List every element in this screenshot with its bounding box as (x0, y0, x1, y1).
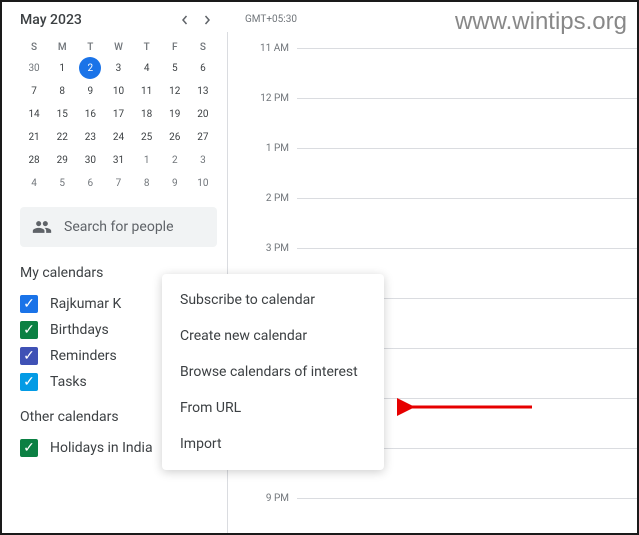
check-icon: ✓ (23, 375, 35, 389)
watermark: www.wintips.org (455, 8, 627, 36)
menu-item[interactable]: Browse calendars of interest (162, 354, 384, 390)
day-of-week-header: S (189, 38, 217, 57)
hour-line (297, 148, 637, 149)
calendar-day[interactable]: 15 (48, 103, 76, 126)
calendar-day[interactable]: 25 (133, 126, 161, 149)
calendar-day[interactable]: 20 (189, 103, 217, 126)
calendar-day[interactable]: 9 (76, 80, 104, 103)
menu-item[interactable]: Import (162, 426, 384, 462)
annotation-arrow (397, 397, 537, 417)
check-icon: ✓ (23, 349, 35, 363)
calendar-day[interactable]: 10 (104, 80, 132, 103)
time-label: 12 PM (260, 93, 289, 104)
calendar-checkbox[interactable]: ✓ (20, 373, 38, 391)
calendar-day[interactable]: 17 (104, 103, 132, 126)
calendar-day[interactable]: 19 (161, 103, 189, 126)
hour-line (297, 98, 637, 99)
calendar-day[interactable]: 1 (133, 149, 161, 172)
hour-line (297, 248, 637, 249)
calendar-checkbox[interactable]: ✓ (20, 321, 38, 339)
calendar-checkbox[interactable]: ✓ (20, 347, 38, 365)
calendar-day[interactable]: 24 (104, 126, 132, 149)
calendar-day[interactable]: 31 (104, 149, 132, 172)
calendar-day[interactable]: 21 (20, 126, 48, 149)
day-of-week-header: S (20, 38, 48, 57)
time-label: 3 PM (266, 243, 289, 254)
calendar-day[interactable]: 22 (48, 126, 76, 149)
check-icon: ✓ (23, 323, 35, 337)
calendar-day[interactable]: 27 (189, 126, 217, 149)
search-placeholder: Search for people (64, 219, 174, 235)
hour-line (297, 498, 637, 499)
menu-item[interactable]: Subscribe to calendar (162, 282, 384, 318)
day-of-week-header: W (104, 38, 132, 57)
menu-item[interactable]: From URL (162, 390, 384, 426)
time-label: 1 PM (266, 143, 289, 154)
calendar-day[interactable]: 9 (161, 172, 189, 195)
hour-line (297, 198, 637, 199)
calendar-day[interactable]: 4 (133, 57, 161, 80)
calendar-day[interactable]: 3 (189, 149, 217, 172)
calendar-day[interactable]: 18 (133, 103, 161, 126)
calendar-day[interactable]: 1 (48, 57, 76, 80)
calendar-day[interactable]: 5 (161, 57, 189, 80)
time-label: 9 PM (266, 493, 289, 504)
timezone-label: GMT+05:30 (245, 14, 297, 25)
calendar-day[interactable]: 8 (133, 172, 161, 195)
day-of-week-header: T (76, 38, 104, 57)
day-of-week-header: T (133, 38, 161, 57)
calendar-day[interactable]: 13 (189, 80, 217, 103)
calendar-checkbox[interactable]: ✓ (20, 439, 38, 457)
check-icon: ✓ (23, 441, 35, 455)
calendar-day[interactable]: 8 (48, 80, 76, 103)
calendar-day[interactable]: 6 (76, 172, 104, 195)
calendar-day[interactable]: 3 (104, 57, 132, 80)
calendar-day[interactable]: 30 (20, 57, 48, 80)
prev-month-button[interactable] (175, 10, 195, 30)
day-of-week-header: M (48, 38, 76, 57)
calendar-day[interactable]: 28 (20, 149, 48, 172)
calendar-day[interactable]: 12 (161, 80, 189, 103)
chevron-left-icon (180, 15, 190, 25)
calendar-day[interactable]: 7 (20, 80, 48, 103)
calendar-checkbox[interactable]: ✓ (20, 295, 38, 313)
check-icon: ✓ (23, 297, 35, 311)
calendar-day[interactable]: 2 (79, 57, 101, 79)
calendar-label: Birthdays (50, 322, 109, 338)
calendar-label: Tasks (50, 374, 87, 390)
hour-line (297, 48, 637, 49)
calendar-day[interactable]: 23 (76, 126, 104, 149)
calendar-day[interactable]: 11 (133, 80, 161, 103)
month-title: May 2023 (20, 12, 173, 28)
menu-item[interactable]: Create new calendar (162, 318, 384, 354)
calendar-day[interactable]: 6 (189, 57, 217, 80)
time-label: 2 PM (266, 193, 289, 204)
time-label: 11 AM (260, 43, 289, 54)
calendar-label: Reminders (50, 348, 117, 364)
calendar-day[interactable]: 10 (189, 172, 217, 195)
calendar-day[interactable]: 30 (76, 149, 104, 172)
calendar-day[interactable]: 29 (48, 149, 76, 172)
calendar-day[interactable]: 4 (20, 172, 48, 195)
add-calendar-menu: Subscribe to calendarCreate new calendar… (162, 274, 384, 470)
day-of-week-header: F (161, 38, 189, 57)
calendar-day[interactable]: 16 (76, 103, 104, 126)
calendar-label: Holidays in India (50, 440, 153, 456)
calendar-grid: SMTWTFS301234567891011121314151617181920… (20, 38, 217, 195)
next-month-button[interactable] (197, 10, 217, 30)
calendar-day[interactable]: 2 (161, 149, 189, 172)
calendar-day[interactable]: 26 (161, 126, 189, 149)
calendar-label: Rajkumar K (50, 296, 121, 312)
search-people-button[interactable]: Search for people (20, 207, 217, 247)
calendar-day[interactable]: 5 (48, 172, 76, 195)
chevron-right-icon (202, 15, 212, 25)
calendar-day[interactable]: 7 (104, 172, 132, 195)
people-icon (32, 217, 52, 237)
calendar-day[interactable]: 14 (20, 103, 48, 126)
